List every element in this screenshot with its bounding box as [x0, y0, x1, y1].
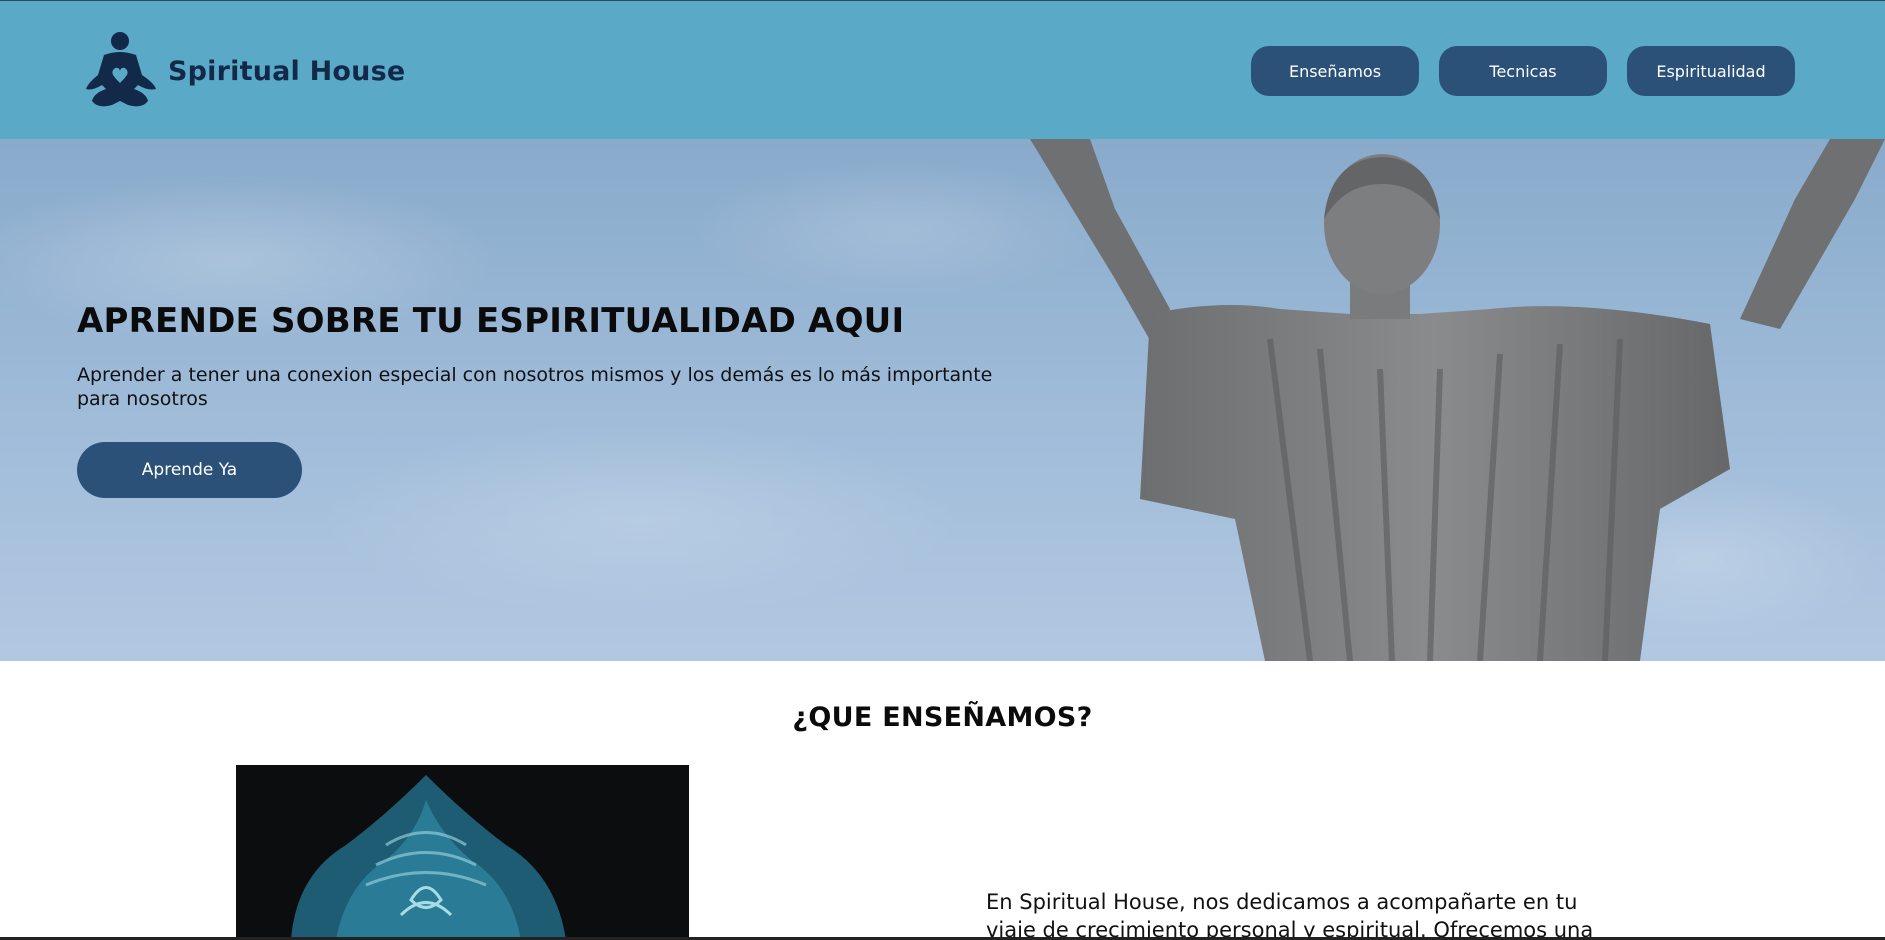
statue-image: [1030, 139, 1885, 661]
hero-banner: APRENDE SOBRE TU ESPIRITUALIDAD AQUI Apr…: [0, 139, 1885, 661]
nav-ensenamos-button[interactable]: Enseñamos: [1251, 46, 1419, 96]
nav-tecnicas-button[interactable]: Tecnicas: [1439, 46, 1607, 96]
meditation-heart-icon: [84, 31, 158, 111]
nav-espiritualidad-button[interactable]: Espiritualidad: [1627, 46, 1795, 96]
teach-section-title: ¿QUE ENSEÑAMOS?: [792, 702, 1093, 733]
buddha-statue-image: [236, 765, 689, 940]
teach-description: En Spiritual House, nos dedicamos a acom…: [986, 890, 1594, 940]
main-nav: Enseñamos Tecnicas Espiritualidad: [1251, 46, 1795, 96]
site-header: Spiritual House Enseñamos Tecnicas Espir…: [0, 0, 1885, 139]
logo[interactable]: Spiritual House: [84, 31, 405, 111]
brand-name: Spiritual House: [168, 55, 406, 87]
hero-title: APRENDE SOBRE TU ESPIRITUALIDAD AQUI: [77, 301, 905, 341]
hero-subtitle: Aprender a tener una conexion especial c…: [77, 364, 993, 410]
aprende-ya-button[interactable]: Aprende Ya: [77, 442, 302, 498]
